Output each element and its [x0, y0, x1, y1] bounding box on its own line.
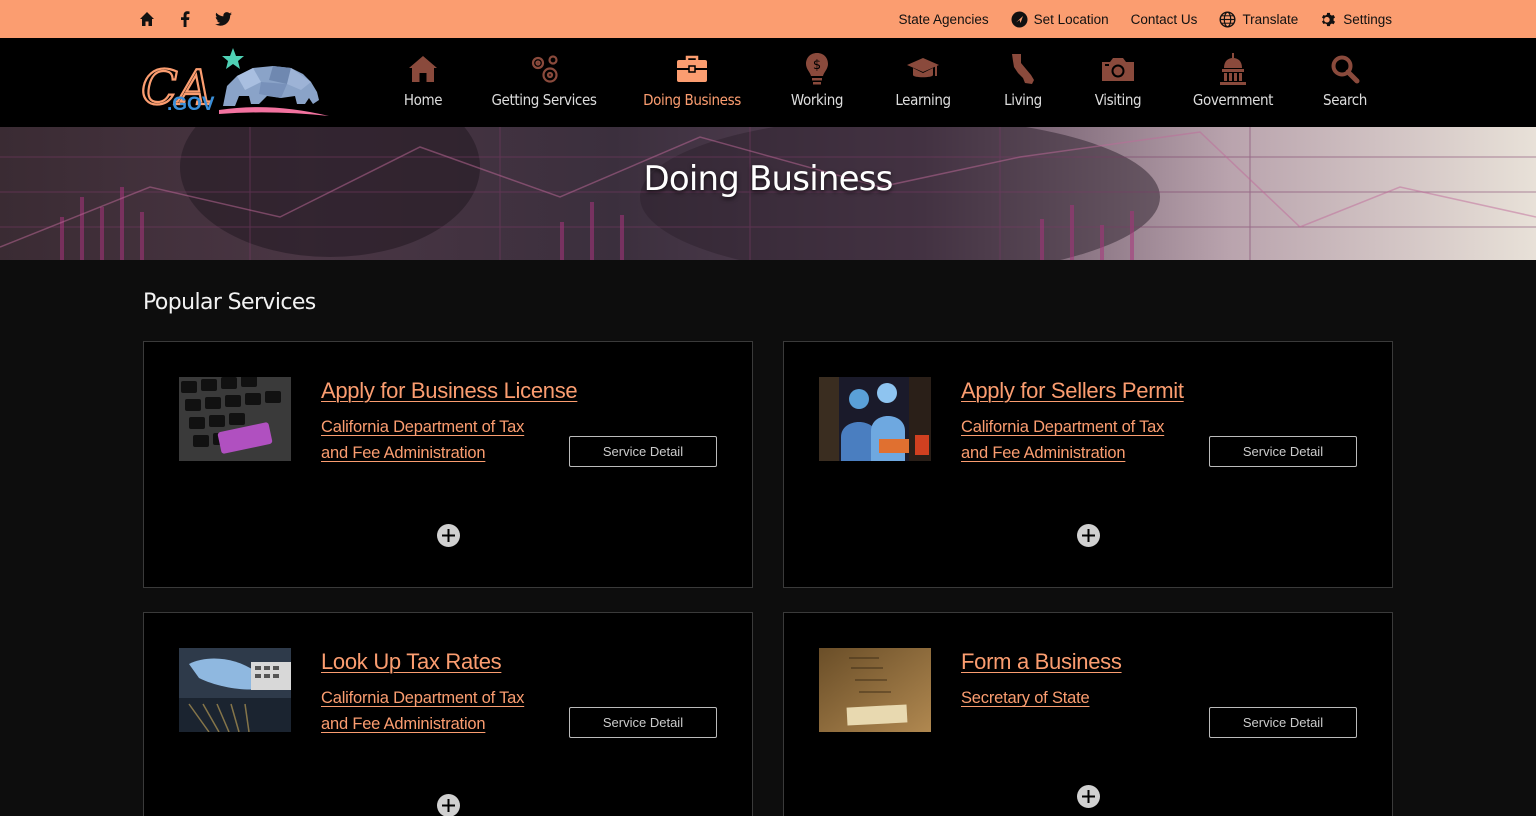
- translate-label: Translate: [1242, 11, 1299, 27]
- service-title-link[interactable]: Apply for Business License: [321, 378, 578, 404]
- service-card-form-business: Form a Business Secretary of State Servi…: [783, 612, 1393, 816]
- nav-getting-services-label: Getting Services: [491, 91, 597, 109]
- service-detail-button[interactable]: Service Detail: [1209, 707, 1357, 738]
- nav-government-label: Government: [1192, 91, 1274, 109]
- service-title-link[interactable]: Form a Business: [961, 649, 1122, 675]
- plus-circle-icon[interactable]: [1077, 785, 1100, 808]
- nav-home-label: Home: [403, 91, 443, 109]
- gears-icon: [527, 52, 561, 86]
- gear-icon: [1320, 11, 1337, 28]
- service-detail-button[interactable]: Service Detail: [1209, 436, 1357, 467]
- nav-search-label: Search: [1323, 91, 1367, 109]
- department-link[interactable]: California Department of Tax and Fee Adm…: [961, 414, 1191, 466]
- nav-living-label: Living: [1004, 91, 1042, 109]
- home-icon: [406, 52, 440, 86]
- state-agencies-link[interactable]: State Agencies: [899, 12, 989, 27]
- plus-circle-icon[interactable]: [437, 794, 460, 816]
- logo-gov-text: .GOV: [167, 94, 215, 115]
- nav-living[interactable]: Living: [976, 38, 1070, 127]
- plus-circle-icon[interactable]: [437, 524, 460, 547]
- service-card-business-license: Apply for Business License California De…: [143, 341, 753, 588]
- nav-learning-label: Learning: [895, 91, 951, 109]
- service-detail-button[interactable]: Service Detail: [569, 436, 717, 467]
- nav-doing-business-label: Doing Business: [643, 91, 741, 109]
- graduation-cap-icon: [906, 52, 940, 86]
- calculator-hand-image: [179, 648, 291, 732]
- translate-link[interactable]: Translate: [1219, 10, 1299, 28]
- nav-visiting[interactable]: Visiting: [1070, 38, 1166, 127]
- contact-us-label: Contact Us: [1130, 11, 1198, 27]
- nav-search[interactable]: Search: [1300, 38, 1390, 127]
- section-title: Popular Services: [143, 290, 316, 315]
- service-card-sellers-permit: Apply for Sellers Permit California Depa…: [783, 341, 1393, 588]
- service-card-tax-rates: Look Up Tax Rates California Department …: [143, 612, 753, 816]
- department-link[interactable]: California Department of Tax and Fee Adm…: [321, 685, 551, 737]
- globe-icon: [1219, 10, 1236, 28]
- department-link[interactable]: California Department of Tax and Fee Adm…: [321, 414, 551, 466]
- nav-government[interactable]: Government: [1166, 38, 1300, 127]
- shop-owners-image: [819, 377, 931, 461]
- service-title-link[interactable]: Apply for Sellers Permit: [961, 378, 1184, 404]
- set-location-link[interactable]: Set Location: [1011, 11, 1109, 28]
- primary-nav-list: Home Getting Services Doing Business $ W…: [378, 38, 1390, 127]
- location-icon: [1011, 11, 1028, 28]
- page-title: Doing Business: [643, 159, 893, 199]
- service-title-link[interactable]: Look Up Tax Rates: [321, 649, 502, 675]
- nav-working[interactable]: $ Working: [764, 38, 870, 127]
- utility-social-links: [138, 0, 232, 38]
- nav-learning[interactable]: Learning: [870, 38, 976, 127]
- set-location-label: Set Location: [1033, 11, 1109, 27]
- nav-getting-services[interactable]: Getting Services: [468, 38, 620, 127]
- capitol-dome-icon: [1216, 52, 1250, 86]
- hero-banner: Doing Business: [0, 127, 1536, 260]
- facebook-icon[interactable]: [176, 10, 194, 28]
- settings-link[interactable]: Settings: [1320, 11, 1392, 28]
- nav-home[interactable]: Home: [378, 38, 468, 127]
- briefcase-icon: [675, 52, 709, 86]
- keyboard-apply-key-image: [179, 377, 291, 461]
- contact-us-link[interactable]: Contact Us: [1131, 12, 1198, 27]
- dollar-glyph: $: [813, 58, 821, 73]
- nav-visiting-label: Visiting: [1094, 91, 1142, 109]
- main-navigation: CA .GOV Home Getting Services Doing Busi…: [0, 38, 1536, 127]
- lightbulb-dollar-icon: $: [800, 52, 834, 86]
- nav-doing-business[interactable]: Doing Business: [620, 38, 764, 127]
- settings-label: Settings: [1343, 11, 1392, 27]
- search-icon: [1328, 52, 1362, 86]
- utility-links: State Agencies Set Location Contact Us T…: [899, 0, 1392, 38]
- utility-bar: State Agencies Set Location Contact Us T…: [0, 0, 1536, 38]
- register-now-image: [819, 648, 931, 732]
- plus-circle-icon[interactable]: [1077, 524, 1100, 547]
- nav-working-label: Working: [790, 91, 844, 109]
- twitter-icon[interactable]: [214, 10, 232, 28]
- service-detail-button[interactable]: Service Detail: [569, 707, 717, 738]
- ca-gov-logo[interactable]: CA .GOV: [140, 46, 331, 117]
- department-link[interactable]: Secretary of State: [961, 685, 1191, 711]
- home-icon[interactable]: [138, 10, 156, 28]
- camera-icon: [1101, 52, 1135, 86]
- california-map-icon: [1006, 52, 1040, 86]
- state-agencies-label: State Agencies: [898, 11, 989, 27]
